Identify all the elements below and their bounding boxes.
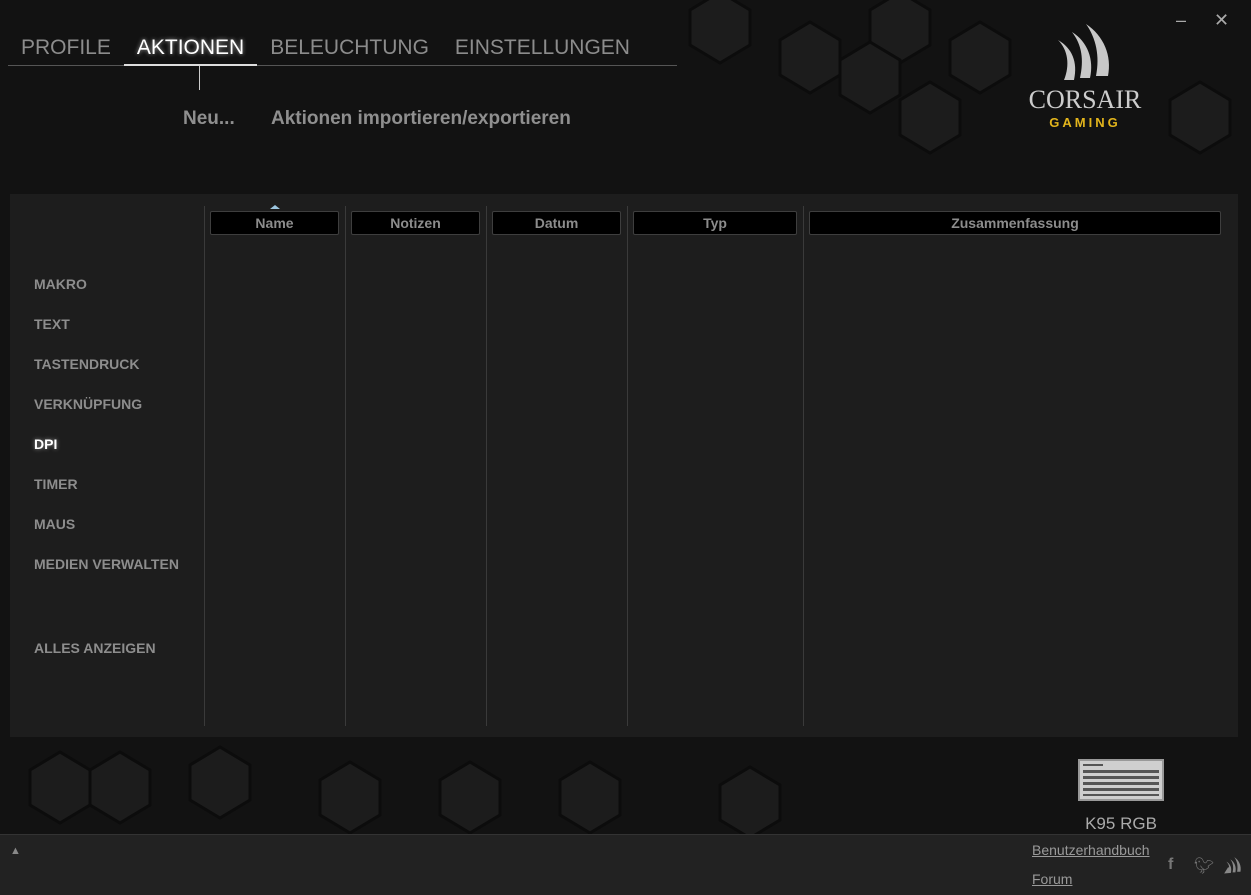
actions-panel: MAKRO TEXT TASTENDRUCK VERKNÜPFUNG DPI T… xyxy=(10,194,1238,737)
keyboard-icon[interactable] xyxy=(1078,759,1164,801)
column-header-zusammenfassung[interactable]: Zusammenfassung xyxy=(809,211,1221,235)
sort-ascending-icon xyxy=(270,205,280,209)
tab-aktionen[interactable]: AKTIONEN xyxy=(123,34,258,66)
column-header-datum[interactable]: Datum xyxy=(492,211,621,235)
sidebar-item-text[interactable]: TEXT xyxy=(34,316,70,332)
column-header-typ[interactable]: Typ xyxy=(633,211,797,235)
sidebar-show-all[interactable]: ALLES ANZEIGEN xyxy=(34,640,156,656)
new-action-button[interactable]: Neu... xyxy=(183,108,235,130)
device-name: K95 RGB xyxy=(1085,814,1157,833)
sidebar-item-verknuepfung[interactable]: VERKNÜPFUNG xyxy=(34,396,142,412)
column-divider xyxy=(204,206,205,726)
column-divider xyxy=(627,206,628,726)
sidebar-item-tastendruck[interactable]: TASTENDRUCK xyxy=(34,356,140,372)
sidebar-item-maus[interactable]: MAUS xyxy=(34,516,75,532)
column-header-name[interactable]: Name xyxy=(210,211,339,235)
facebook-icon[interactable]: f xyxy=(1168,856,1173,874)
column-header-notizen[interactable]: Notizen xyxy=(351,211,480,235)
sidebar-item-medien[interactable]: MEDIEN VERWALTEN xyxy=(34,556,179,572)
tab-beleuchtung[interactable]: BELEUCHTUNG xyxy=(257,34,442,66)
forum-link[interactable]: Forum xyxy=(1032,871,1072,887)
column-divider xyxy=(486,206,487,726)
tab-indicator xyxy=(199,66,200,90)
sidebar-item-dpi[interactable]: DPI xyxy=(34,436,57,452)
main-tabs: PROFILE AKTIONEN BELEUCHTUNG EINSTELLUNG… xyxy=(8,34,677,66)
keyboard-keys xyxy=(1083,764,1159,796)
twitter-icon[interactable]: 🐦︎ xyxy=(1194,856,1214,876)
brand-text: CORSAIR xyxy=(1028,85,1142,114)
minimize-icon: – xyxy=(1176,10,1187,30)
brand-subtext: GAMING xyxy=(1049,115,1121,130)
sidebar-item-makro[interactable]: MAKRO xyxy=(34,276,87,292)
tab-einstellungen[interactable]: EINSTELLUNGEN xyxy=(442,34,643,66)
column-divider xyxy=(803,206,804,726)
minimize-button[interactable]: – xyxy=(1176,10,1186,31)
sails-icon xyxy=(1058,24,1110,80)
column-divider xyxy=(345,206,346,726)
close-button[interactable]: ✕ xyxy=(1214,10,1229,31)
corsair-icon[interactable] xyxy=(1224,856,1244,879)
corsair-sails-small xyxy=(1224,857,1241,874)
expand-up-icon[interactable]: ▲ xyxy=(10,845,21,857)
import-export-button[interactable]: Aktionen importieren/exportieren xyxy=(271,108,571,130)
corsair-logo: CORSAIR GAMING xyxy=(1020,20,1150,130)
tab-profile[interactable]: PROFILE xyxy=(8,34,124,66)
close-icon: ✕ xyxy=(1214,10,1230,30)
manual-link[interactable]: Benutzerhandbuch xyxy=(1032,842,1150,858)
sidebar-item-timer[interactable]: TIMER xyxy=(34,476,78,492)
